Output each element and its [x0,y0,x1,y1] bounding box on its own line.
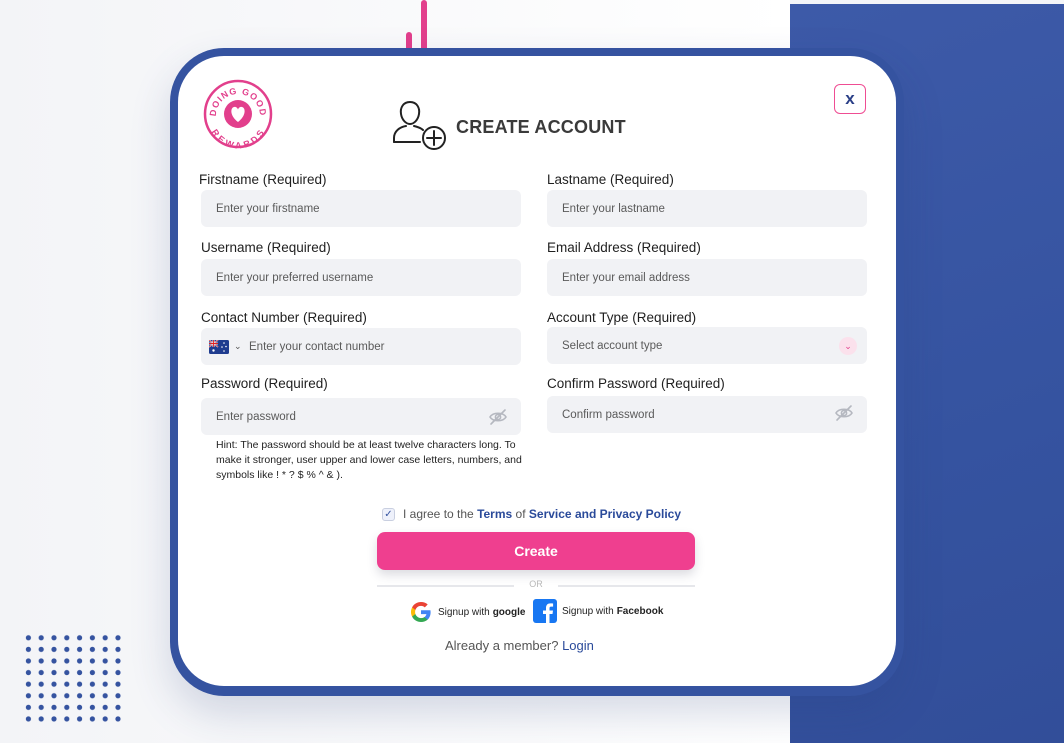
privacy-policy-link[interactable]: Service and Privacy Policy [529,507,681,521]
or-separator: OR [529,579,543,589]
create-button[interactable]: Create [377,532,695,570]
google-brand: google [492,606,526,618]
australia-flag-icon[interactable] [209,340,229,354]
contact-field: ⌄ [201,328,521,365]
decorative-pink-line [421,0,427,52]
email-input[interactable] [547,259,867,296]
signup-google-button[interactable]: Signup with google [409,600,525,624]
account-type-value: Select account type [562,339,663,352]
add-user-icon [393,100,446,150]
signup-facebook-button[interactable]: Signup with Facebook [533,599,663,623]
terms-agreement: ✓ I agree to the Terms of Service and Pr… [382,505,681,523]
doing-good-rewards-logo: DOING GOOD REWARDS [203,79,273,149]
lastname-label: Lastname (Required) [547,172,674,187]
divider-right [558,585,695,587]
password-input[interactable] [201,398,521,435]
agree-of: of [515,507,526,521]
google-prefix: Signup with [438,606,490,618]
password-hint: Hint: The password should be at least tw… [216,439,522,481]
member-prompt: Already a member? Login [445,638,594,653]
username-input[interactable] [201,259,521,296]
chevron-down-icon[interactable]: ⌄ [234,341,242,352]
agree-prefix: I agree to the [403,507,474,521]
facebook-icon [533,599,557,623]
chevron-down-icon: ⌄ [839,337,857,355]
terms-link[interactable]: Terms [477,507,512,521]
login-link[interactable]: Login [562,638,594,653]
password-label: Password (Required) [201,376,328,391]
decorative-dot-grid [22,632,126,724]
google-icon [411,602,431,622]
account-type-label: Account Type (Required) [547,310,697,325]
facebook-brand: Facebook [616,605,664,617]
close-button[interactable]: x [834,84,866,114]
confirm-password-label: Confirm Password (Required) [547,376,725,391]
account-type-select[interactable]: Select account type ⌄ [547,327,867,364]
email-label: Email Address (Required) [547,240,701,255]
confirm-password-input[interactable] [547,396,867,433]
page-title: CREATE ACCOUNT [456,117,626,137]
username-label: Username (Required) [201,240,331,255]
contact-number-input[interactable] [243,328,513,365]
eye-off-icon[interactable] [834,404,854,422]
firstname-label: Firstname (Required) [199,172,327,187]
create-account-dialog [178,56,896,686]
divider-left [377,585,514,587]
terms-checkbox[interactable]: ✓ [382,507,395,521]
facebook-prefix: Signup with [562,605,614,617]
lastname-input[interactable] [547,190,867,227]
member-text: Already a member? [445,638,559,653]
contact-label: Contact Number (Required) [201,310,367,325]
firstname-input[interactable] [201,190,521,227]
eye-off-icon[interactable] [488,408,508,426]
